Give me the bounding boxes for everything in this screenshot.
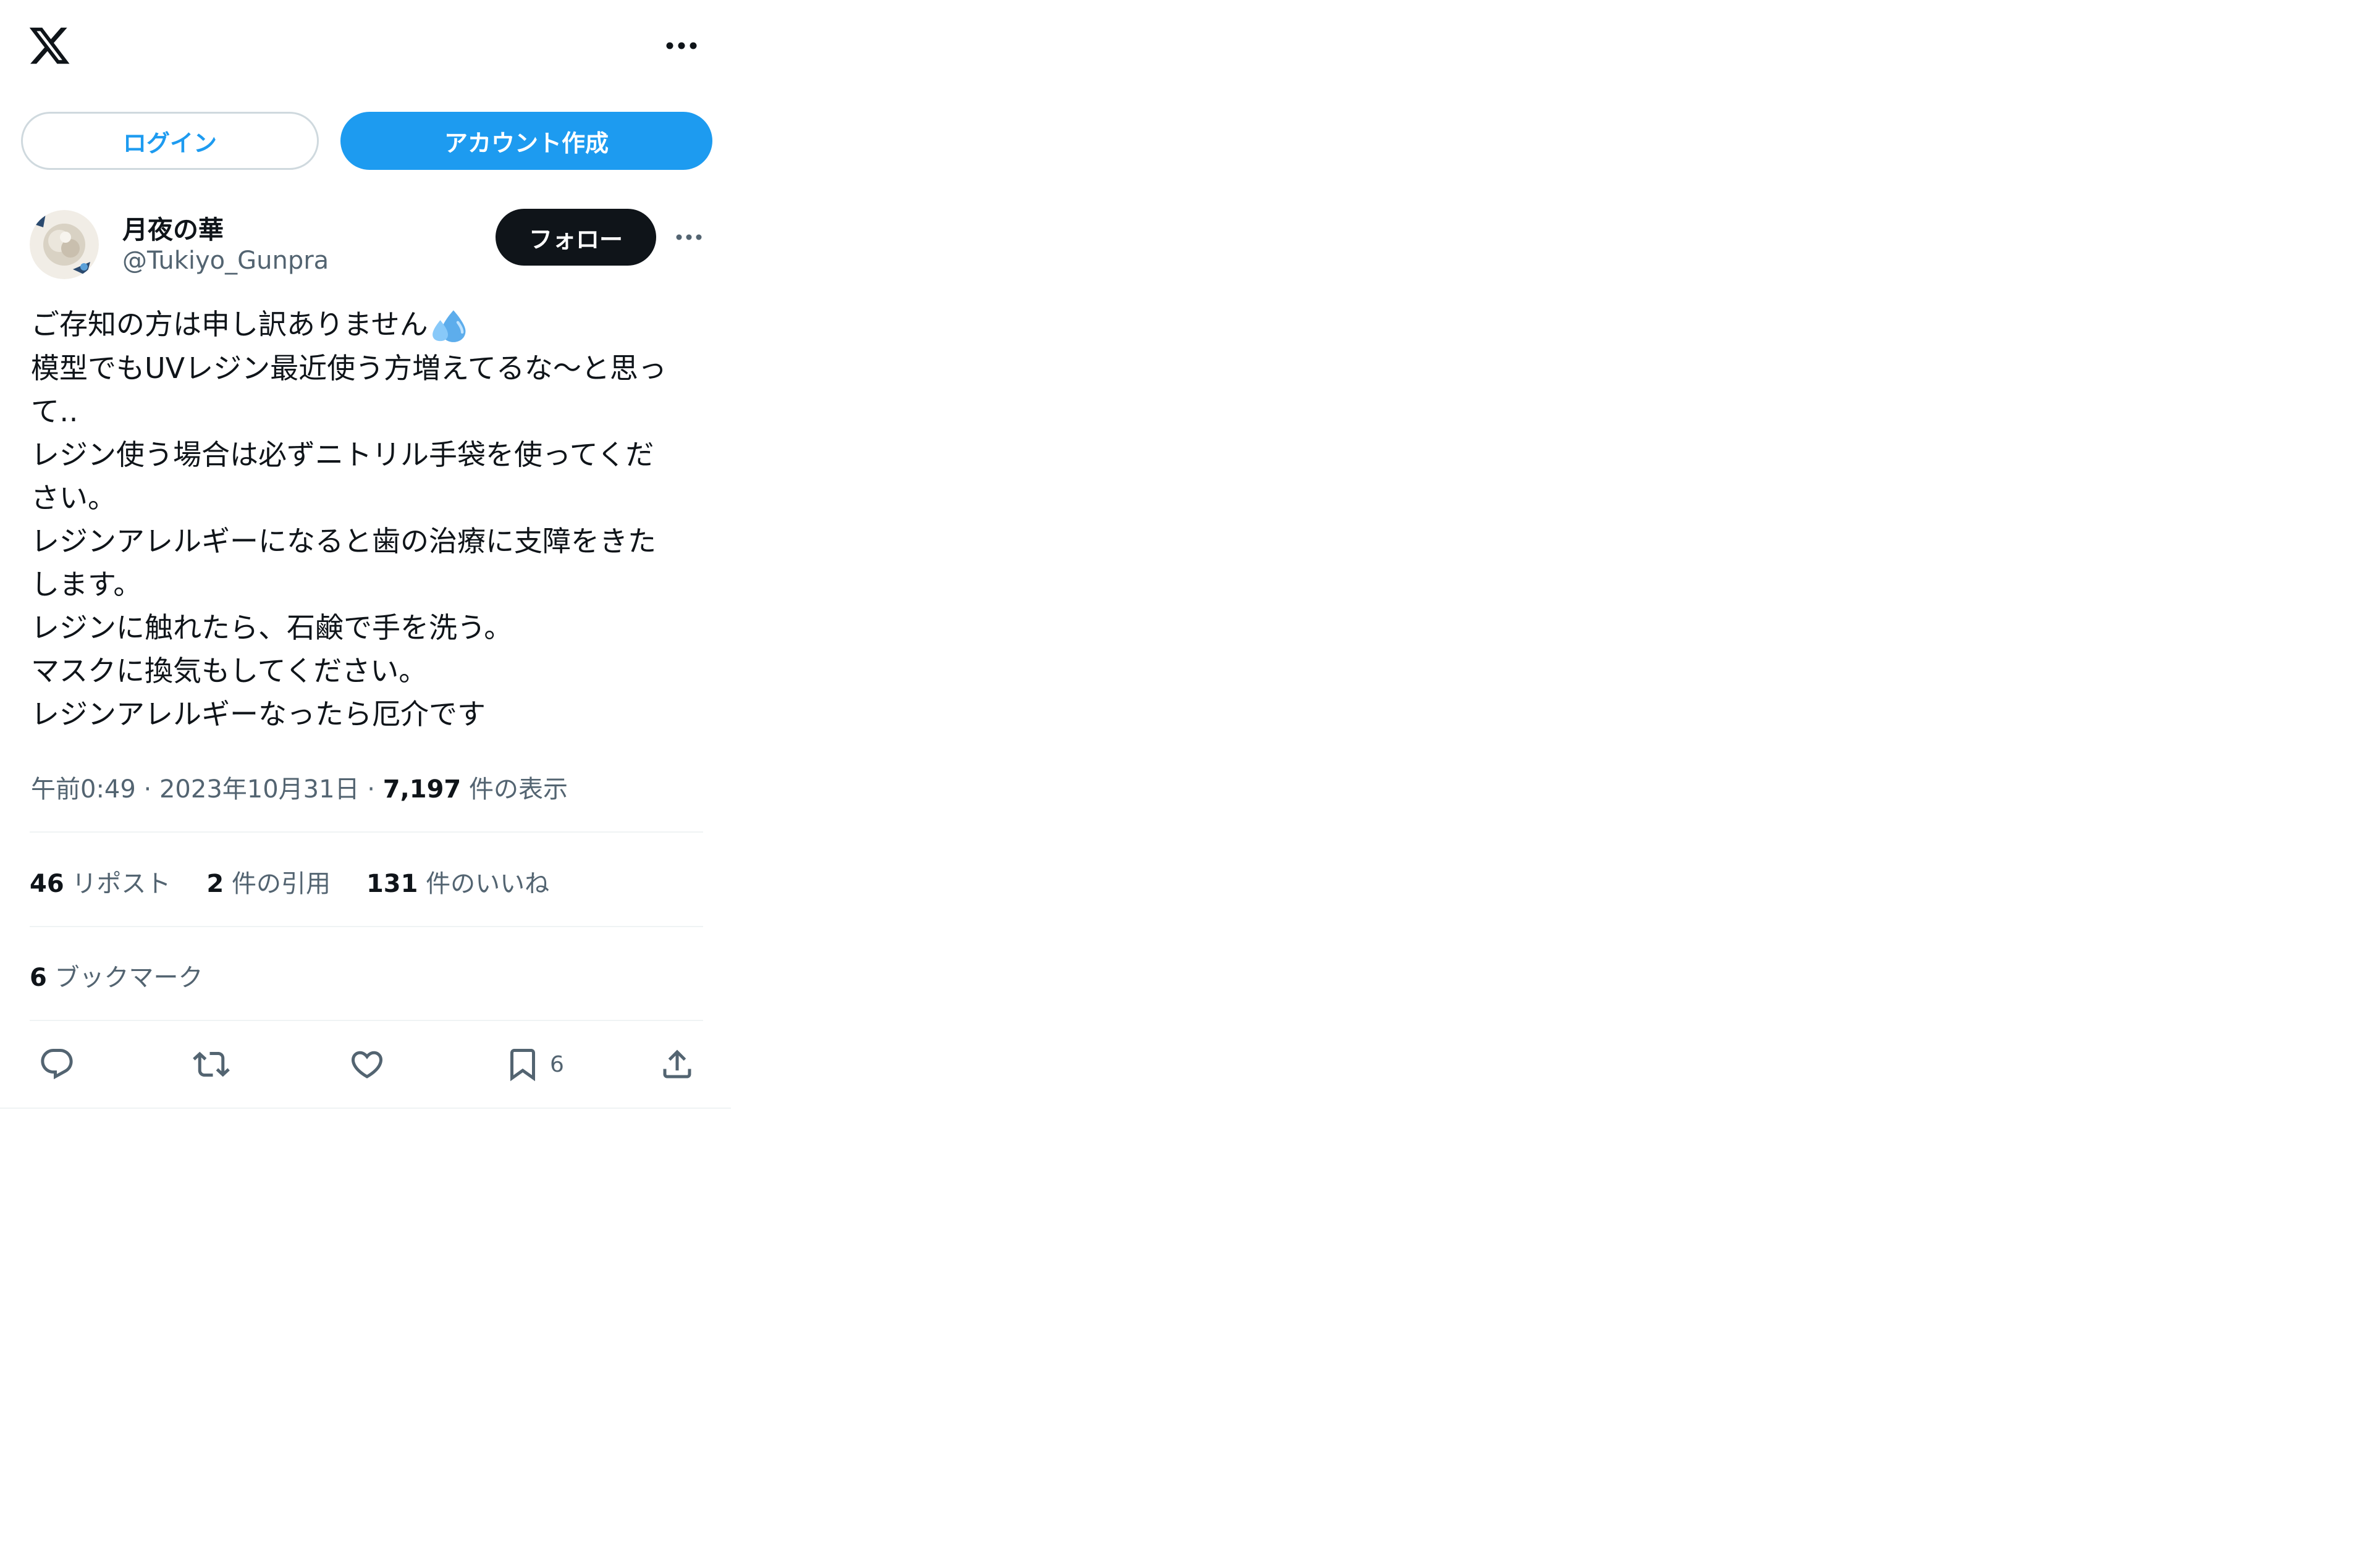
post-text-line: レジンアレルギーなったら厄介です	[31, 697, 486, 731]
login-button[interactable]: ログイン	[21, 112, 319, 170]
post-text-line: ご存知の方は申し訳ありません	[31, 303, 711, 347]
bookmark-button[interactable]: 6	[504, 1043, 564, 1086]
bookmark-icon	[510, 1049, 535, 1082]
bookmarks-stat[interactable]: 6 ブックマーク	[30, 957, 203, 993]
engagement-stats: 46 リポスト 2 件の引用 131 件のいいね	[30, 864, 549, 899]
post-text-line: て‥	[31, 394, 78, 428]
x-logo-icon[interactable]	[27, 23, 72, 68]
more-horizontal-icon	[666, 42, 697, 49]
divider	[30, 926, 703, 927]
create-account-button[interactable]: アカウント作成	[340, 112, 712, 170]
post-meta: 午前0:49 · 2023年10月31日 · 7,197 件の表示	[31, 769, 568, 805]
bookmark-count: 6	[550, 1051, 564, 1077]
like-button[interactable]	[348, 1043, 386, 1086]
meta-separator: ·	[367, 775, 376, 804]
repost-button[interactable]	[193, 1043, 230, 1086]
share-button[interactable]	[659, 1043, 696, 1086]
share-icon	[663, 1049, 691, 1078]
author-handle[interactable]: @Tukiyo_Gunpra	[122, 246, 329, 275]
views-count: 7,197	[382, 775, 462, 804]
post-text-line: マスクに換気もしてください。	[31, 654, 428, 687]
avatar-image	[30, 210, 99, 279]
author-name[interactable]: 月夜の華	[122, 209, 224, 246]
views-label: 件の表示	[468, 775, 568, 804]
more-horizontal-icon	[676, 234, 702, 240]
post-text-line: 模型でもUVレジン最近使う方増えてるな〜と思っ	[31, 351, 667, 385]
post-text-line: します。	[31, 567, 142, 601]
post-text-line: レジンアレルギーになると歯の治療に支障をきた	[31, 524, 656, 558]
author-avatar[interactable]	[30, 210, 99, 279]
post-text-line: さい。	[31, 481, 116, 515]
post-text: ご存知の方は申し訳ありません 模型でもUVレジン最近使う方増えてるな〜と思っ て…	[31, 303, 711, 736]
reply-icon	[41, 1049, 73, 1080]
post-date[interactable]: 2023年10月31日	[159, 775, 360, 804]
reply-button[interactable]	[38, 1043, 75, 1086]
reposts-stat[interactable]: 46 リポスト	[30, 864, 171, 899]
like-icon	[351, 1051, 383, 1078]
quotes-stat[interactable]: 2 件の引用	[206, 864, 331, 899]
post-time[interactable]: 午前0:49	[31, 775, 136, 804]
divider	[30, 831, 703, 833]
action-bar: 6	[0, 1043, 731, 1086]
meta-separator: ·	[143, 775, 152, 804]
sweat-droplets-emoji	[432, 309, 466, 342]
likes-stat[interactable]: 131 件のいいね	[366, 864, 549, 899]
top-bar	[0, 0, 731, 93]
divider	[30, 1020, 703, 1021]
bottom-border	[0, 1108, 731, 1109]
post-panel: ログイン アカウント作成 月夜の華 @Tukiyo_Gunpra フォロー ご存…	[0, 0, 731, 1109]
post-text-line: レジン使う場合は必ずニトリル手袋を使ってくだ	[31, 437, 654, 471]
more-options-button[interactable]	[662, 32, 701, 59]
follow-button[interactable]: フォロー	[496, 209, 656, 266]
post-more-button[interactable]	[670, 224, 707, 251]
repost-icon	[193, 1051, 230, 1077]
post-text-line: レジンに触れたら、石鹸で手を洗う。	[31, 610, 513, 644]
